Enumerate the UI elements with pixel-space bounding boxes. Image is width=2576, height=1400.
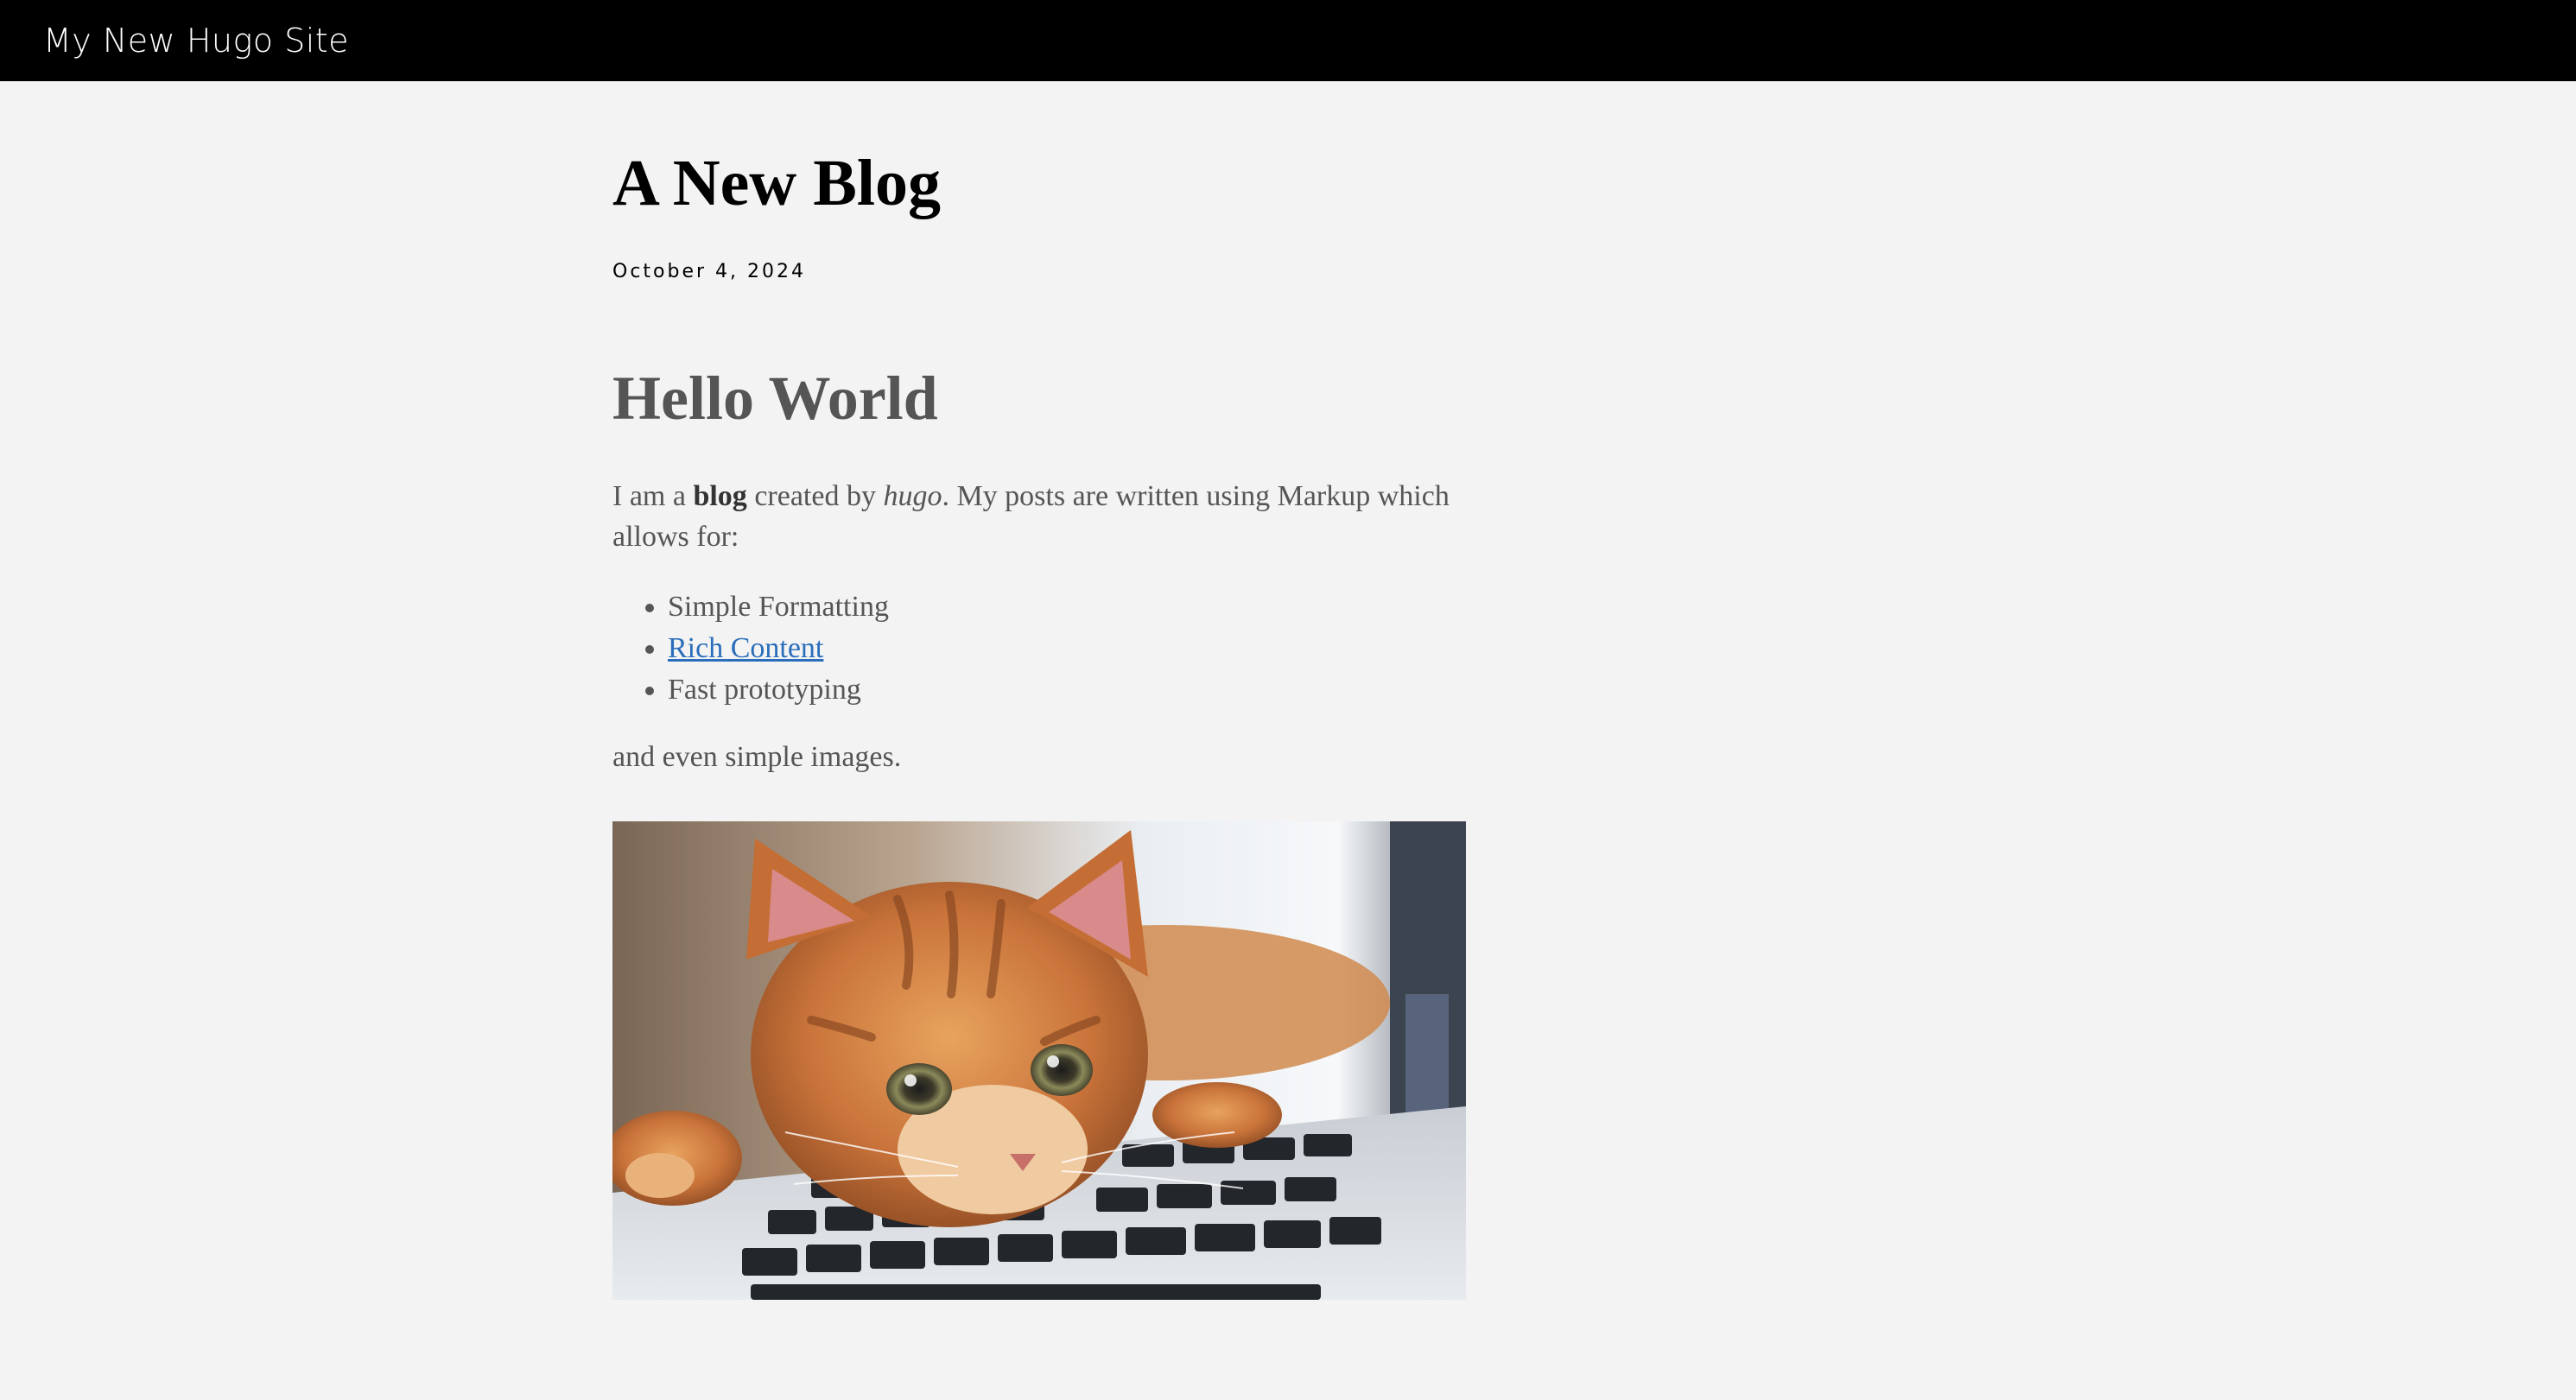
list-item-text: Fast prototyping [668,674,861,706]
kitten-illustration [612,821,1466,1300]
intro-paragraph: I am a blog created by hugo. My posts ar… [612,476,1468,557]
post-content: A New Blog October 4, 2024 Hello World I… [612,81,1468,777]
post-date: October 4, 2024 [612,261,807,282]
outro-paragraph: and even simple images. [612,741,902,773]
intro-italic-text: hugo [883,480,942,512]
site-title-link[interactable]: My New Hugo Site [43,22,349,60]
list-item: Fast prototyping [668,669,1468,711]
kitten-image [612,821,1466,1300]
intro-bold-text: blog [693,480,747,512]
intro-text-1: I am a [612,480,694,512]
list-item: Simple Formatting [668,586,1468,628]
section-heading: Hello World [612,364,938,433]
feature-list: Simple Formatting Rich Content Fast prot… [612,586,1468,711]
list-item-text: Simple Formatting [668,591,889,623]
rich-content-link[interactable]: Rich Content [668,632,823,664]
intro-text-2: created by [746,480,884,512]
site-header: My New Hugo Site [0,0,2576,81]
post-title: A New Blog [612,147,941,219]
list-item: Rich Content [668,628,1468,669]
